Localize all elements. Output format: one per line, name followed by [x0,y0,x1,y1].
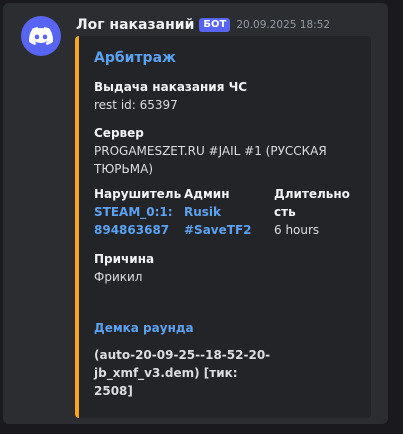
violator-steam-link[interactable]: STEAM_0:1: 894863687 [94,203,174,239]
reason-field: Причина Фрикил [94,250,363,286]
admin-name-link[interactable]: Rusik [184,203,274,221]
violator-label: Нарушитель [94,187,182,201]
server-field: Сервер PROGAMESZET.RU #JAIL #1 (РУССКАЯ … [94,124,363,178]
timestamp: 20.09.2025 18:52 [236,19,331,31]
demo-value: (auto-20-09-25--18-52-20-jb_xmf_v3.dem) … [94,348,271,398]
violator-field: Нарушитель STEAM_0:1: 894863687 [94,185,184,239]
discord-logo-icon [29,27,53,45]
duration-value: 6 hours [274,223,320,237]
username[interactable]: Лог наказаний [76,17,194,33]
message-header: Лог наказаний БОТ 20.09.2025 18:52 [76,15,330,35]
bot-badge: БОТ [199,18,231,32]
inline-fields: Нарушитель STEAM_0:1: 894863687 Админ Ru… [94,185,363,239]
admin-label: Админ [184,187,230,201]
punishment-value: rest id: 65397 [94,98,178,112]
admin-field: Админ Rusik #SaveTF2 [184,185,274,239]
reason-label: Причина [94,252,155,266]
duration-label: Длительность [274,187,350,219]
server-value: PROGAMESZET.RU #JAIL #1 (РУССКАЯ ТЮРЬМА) [94,144,327,176]
punishment-field: Выдача наказания ЧС rest id: 65397 [94,78,363,114]
admin-tag-link[interactable]: #SaveTF2 [184,221,274,239]
server-label: Сервер [94,126,144,140]
demo-label[interactable]: Демка раунда [94,319,363,337]
embed: Арбитраж Выдача наказания ЧС rest id: 65… [75,36,371,418]
demo-field: Демка раунда (auto-20-09-25--18-52-20-jb… [94,319,363,400]
message: Лог наказаний БОТ 20.09.2025 18:52 Арбит… [3,3,388,424]
duration-field: Длительность 6 hours [274,185,356,239]
reason-value: Фрикил [94,270,143,284]
avatar[interactable] [21,16,61,56]
punishment-label: Выдача наказания ЧС [94,80,248,94]
embed-title: Арбитраж [94,50,176,66]
